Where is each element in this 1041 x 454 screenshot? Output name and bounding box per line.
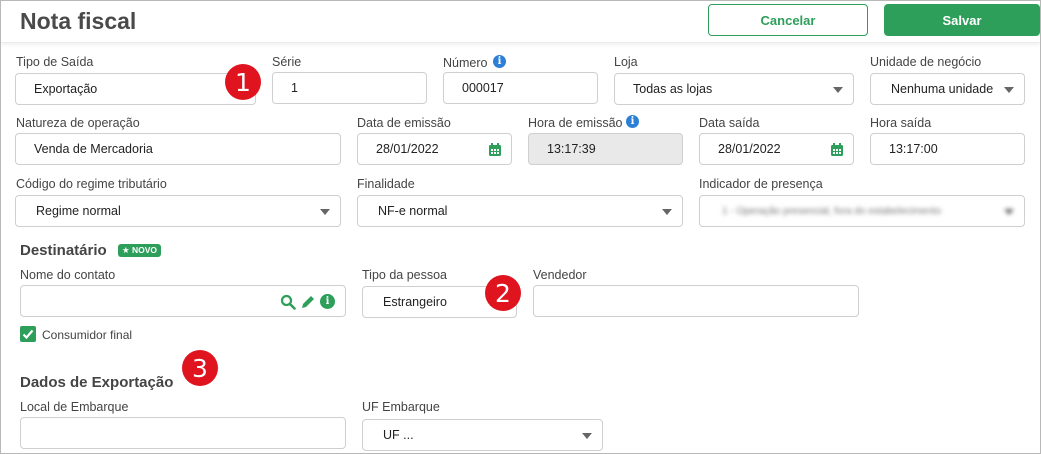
tipo-pessoa-value: Estrangeiro (383, 295, 447, 309)
destinatario-heading: Destinatário (20, 242, 107, 259)
nome-contato-input[interactable]: i (20, 285, 346, 317)
data-saida-label: Data saída (699, 116, 760, 130)
cancel-button[interactable]: Cancelar (708, 4, 868, 36)
data-emissao-label: Data de emissão (357, 116, 451, 130)
finalidade-label: Finalidade (357, 177, 415, 191)
hora-saida-label: Hora saída (870, 116, 932, 130)
loja-label: Loja (614, 55, 638, 69)
header-bar: Nota fiscal Cancelar Salvar (1, 1, 1040, 43)
page-title: Nota fiscal (20, 8, 137, 34)
regime-label: Código do regime tributário (16, 177, 167, 191)
unidade-label: Unidade de negócio (870, 55, 982, 69)
local-embarque-input[interactable] (20, 417, 346, 449)
serie-label: Série (272, 55, 302, 69)
tipo-saida-label: Tipo de Saída (16, 55, 94, 69)
presenca-select[interactable]: 1 - Operação presencial, fora do estabel… (699, 195, 1025, 227)
chevron-down-icon (320, 209, 330, 215)
uf-embarque-label: UF Embarque (362, 400, 440, 414)
chevron-down-icon (662, 209, 672, 215)
numero-label: Número (443, 56, 488, 70)
natureza-label: Natureza de operação (16, 116, 140, 130)
save-button[interactable]: Salvar (884, 4, 1040, 36)
hora-saida-value: 13:17:00 (889, 142, 938, 156)
natureza-input[interactable]: Venda de Mercadoria (15, 133, 341, 165)
regime-select[interactable]: Regime normal (15, 195, 341, 227)
chevron-down-icon (1004, 87, 1014, 93)
tipo-pessoa-label: Tipo da pessoa (362, 268, 448, 282)
annotation-marker-1: 1 (225, 64, 261, 100)
exportacao-heading: Dados de Exportação (20, 374, 174, 391)
chevron-down-icon (582, 433, 592, 439)
consumidor-final-checkbox[interactable] (20, 326, 36, 342)
tipo-saida-value: Exportação (34, 82, 98, 96)
unidade-select[interactable]: Nenhuma unidade (870, 73, 1025, 105)
numero-info-icon[interactable]: i (493, 55, 506, 68)
nome-contato-label: Nome do contato (20, 268, 116, 282)
calendar-icon[interactable] (830, 143, 844, 157)
info-icon[interactable]: i (320, 294, 335, 309)
natureza-value: Venda de Mercadoria (34, 142, 153, 156)
hora-emissao-label: Hora de emissão (528, 116, 623, 130)
numero-value: 000017 (462, 81, 504, 95)
loja-value: Todas as lojas (633, 82, 713, 96)
data-saida-input[interactable]: 28/01/2022 (699, 133, 854, 165)
hora-saida-input[interactable]: 13:17:00 (870, 133, 1025, 165)
hora-emissao-info-icon[interactable]: i (626, 115, 639, 128)
search-icon[interactable] (280, 294, 296, 310)
serie-value: 1 (291, 81, 298, 95)
presenca-value: 1 - Operação presencial, fora do estabel… (722, 205, 942, 217)
vendedor-label: Vendedor (533, 268, 587, 282)
serie-input[interactable]: 1 (272, 72, 427, 104)
annotation-marker-3: 3 (182, 350, 218, 386)
data-emissao-input[interactable]: 28/01/2022 (357, 133, 512, 165)
finalidade-select[interactable]: NF-e normal (357, 195, 683, 227)
novo-badge: ★ NOVO (118, 244, 162, 257)
uf-embarque-value: UF ... (383, 428, 414, 442)
hora-emissao-value: 13:17:39 (547, 142, 596, 156)
tipo-saida-select[interactable]: Exportação (15, 73, 256, 105)
uf-embarque-select[interactable]: UF ... (362, 419, 603, 451)
check-icon (22, 329, 34, 340)
chevron-down-icon (833, 87, 843, 93)
unidade-value: Nenhuma unidade (891, 82, 994, 96)
numero-input[interactable]: 000017 (443, 72, 598, 104)
finalidade-value: NF-e normal (378, 204, 448, 218)
vendedor-input[interactable] (533, 285, 859, 317)
calendar-icon[interactable] (488, 143, 502, 157)
chevron-down-icon (1004, 209, 1014, 215)
regime-value: Regime normal (36, 204, 121, 218)
hora-emissao-input: 13:17:39 (528, 133, 683, 165)
presenca-label: Indicador de presença (699, 177, 823, 191)
loja-select[interactable]: Todas as lojas (614, 73, 854, 105)
consumidor-final-label: Consumidor final (42, 328, 133, 342)
local-embarque-label: Local de Embarque (20, 400, 129, 414)
nota-fiscal-window: Nota fiscal Cancelar Salvar Tipo de Saíd… (0, 0, 1041, 454)
data-emissao-value: 28/01/2022 (376, 142, 439, 156)
data-saida-value: 28/01/2022 (718, 142, 781, 156)
pencil-icon[interactable] (300, 294, 316, 310)
annotation-marker-2: 2 (485, 275, 521, 311)
